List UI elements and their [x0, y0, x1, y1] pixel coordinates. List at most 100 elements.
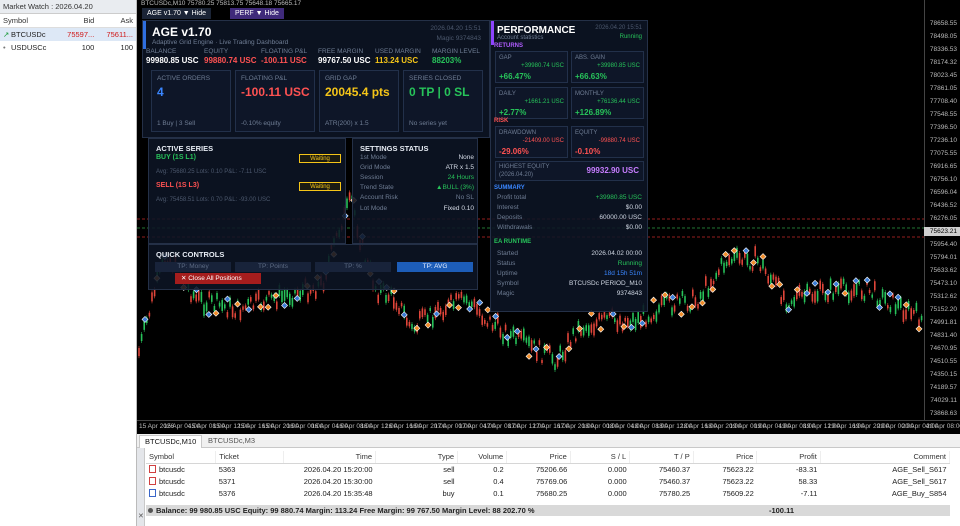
price-tick: 74991.81	[929, 319, 957, 326]
candle-body	[551, 354, 554, 364]
summary-value: 60000.00 USC	[599, 214, 642, 221]
cell-label: MONTHLY	[575, 91, 604, 97]
metric-value: 88203%	[432, 56, 462, 65]
close-all-button[interactable]: ✕ Close All Positions	[175, 273, 261, 284]
cell-abs: -99880.74 USC	[598, 138, 640, 144]
candle-body	[686, 305, 689, 311]
candle-body	[515, 337, 517, 345]
col-comment[interactable]: Comment	[820, 451, 951, 464]
tp-percent-button[interactable]: TP: %	[315, 262, 391, 272]
candle-body	[294, 289, 296, 294]
runtime-value: Running	[617, 260, 642, 267]
cell-type: sell	[443, 476, 455, 486]
candle-body	[549, 345, 551, 353]
cell-sl[interactable]: 0.000	[570, 487, 629, 499]
table-row[interactable]: btcusdc 5371 2026.04.20 15:30:00 sell 0.…	[146, 475, 950, 487]
mw-col-symbol[interactable]: Symbol	[0, 14, 55, 27]
cell-ticket: 5376	[218, 488, 236, 498]
cell-tp[interactable]: 75780.25	[630, 487, 694, 499]
candle-body	[775, 276, 777, 286]
candle-body	[192, 291, 195, 299]
setting-key: Lot Mode	[360, 205, 388, 212]
candle-body	[850, 290, 853, 301]
tp-avg-button[interactable]: TP: AVG	[397, 262, 473, 272]
candle-body	[205, 302, 208, 312]
metric-free-margin: FREE MARGIN 99767.50 USC	[318, 48, 370, 65]
age-hide-button[interactable]: AGE v1.70 ▼ Hide	[142, 8, 212, 19]
cell-sl[interactable]: 0.000	[570, 475, 629, 487]
trade-marker	[863, 276, 871, 284]
tp-money-button[interactable]: TP: Money	[155, 262, 231, 272]
card-value: 20045.4 pts	[325, 85, 390, 99]
dashboard-magic: Magic 9374843	[436, 35, 481, 42]
cell-sl[interactable]: 0.000	[570, 463, 629, 475]
close-icon[interactable]: ✕	[138, 512, 144, 520]
trade-marker	[597, 325, 605, 333]
metric-label: FLOATING P&L	[261, 48, 308, 55]
trade-marker	[699, 299, 706, 307]
candle-body	[632, 312, 634, 322]
sell-status-badge: Waiting	[299, 182, 341, 191]
col-profit[interactable]: Profit	[756, 451, 821, 464]
trade-marker	[281, 302, 289, 309]
candle-body	[824, 292, 827, 301]
trade-marker	[264, 303, 272, 311]
cell-profit: -7.11	[800, 488, 818, 498]
trade-marker	[576, 325, 584, 333]
tp-points-button[interactable]: TP: Points	[235, 262, 311, 272]
cell-tp[interactable]: 75460.37	[630, 463, 694, 475]
chart-ohlc-bar: BTCUSDc,M10 75780.25 75813.75 75648.18 7…	[141, 0, 302, 7]
candle-body	[533, 340, 535, 344]
col-sl[interactable]: S / L	[570, 451, 631, 464]
candle-body	[502, 333, 504, 345]
buy-order-icon	[149, 488, 156, 497]
candle-body	[793, 297, 795, 307]
setting-row: 1st Mode None	[360, 154, 474, 161]
setting-value: No SL	[455, 194, 474, 201]
mw-row-usduscc[interactable]: • USDUSCc 100 100	[0, 41, 136, 54]
candle-body	[315, 291, 317, 299]
price-tick: 75954.40	[929, 241, 957, 248]
cell-current-price: 75609.22	[722, 488, 754, 498]
col-type[interactable]: Type	[375, 451, 459, 464]
time-axis[interactable]: 15 Apr 2026 15 Apr 04:00 15 Apr 08:00 15 Ap…	[137, 420, 960, 434]
summary-key: Withdrawals	[497, 224, 533, 231]
candle-body	[481, 315, 483, 325]
mw-row-btcusdc[interactable]: ↗ BTCUSDc 75597... 75611...	[0, 28, 136, 41]
cell-symbol: btcusdc	[159, 464, 185, 474]
price-axis[interactable]: 78658.55 78498.05 78336.53 78174.32 78023.45…	[924, 0, 960, 420]
col-ticket[interactable]: Ticket	[215, 451, 284, 464]
tab-btcusdc-m3[interactable]: BTCUSDc,M3	[203, 435, 260, 448]
summary-key: Deposits	[497, 214, 523, 221]
mw-col-ask[interactable]: Ask	[96, 14, 136, 27]
table-row[interactable]: btcusdc 5376 2026.04.20 15:35:48 buy 0.1…	[146, 487, 950, 499]
candle-body	[816, 290, 819, 302]
trade-marker	[293, 294, 301, 302]
candle-body	[408, 321, 411, 327]
candle-body	[439, 307, 442, 315]
col-volume[interactable]: Volume	[457, 451, 508, 464]
runtime-key: Started	[497, 250, 518, 257]
cell-tp[interactable]: 75460.37	[630, 475, 694, 487]
brand-subtitle: Adaptive Grid Engine · Live Trading Dash…	[152, 39, 289, 46]
cell-abs: +1661.21 USC	[524, 99, 564, 105]
candle-body	[910, 308, 912, 320]
candle-body	[224, 304, 226, 309]
candle-body	[920, 315, 923, 321]
col-time[interactable]: Time	[283, 451, 377, 464]
col-price[interactable]: Price	[506, 451, 571, 464]
trade-marker	[455, 304, 462, 312]
col-symbol[interactable]: Symbol	[146, 451, 217, 464]
trade-marker	[742, 247, 750, 255]
candle-body	[463, 296, 465, 303]
table-row[interactable]: btcusdc 5363 2026.04.20 15:20:00 sell 0.…	[146, 463, 950, 475]
candle-body	[538, 340, 541, 345]
highest-equity-date: (2026.04.20)	[499, 172, 534, 178]
mw-col-bid[interactable]: Bid	[55, 14, 97, 27]
perf-hide-button[interactable]: PERF ▼ Hide	[230, 8, 284, 19]
col-current-price[interactable]: Price	[693, 451, 758, 464]
trade-marker	[424, 321, 432, 329]
col-tp[interactable]: T / P	[629, 451, 694, 464]
tab-btcusdc-m10[interactable]: BTCUSDc,M10	[139, 435, 203, 448]
cell-label: DRAWDOWN	[499, 130, 537, 136]
